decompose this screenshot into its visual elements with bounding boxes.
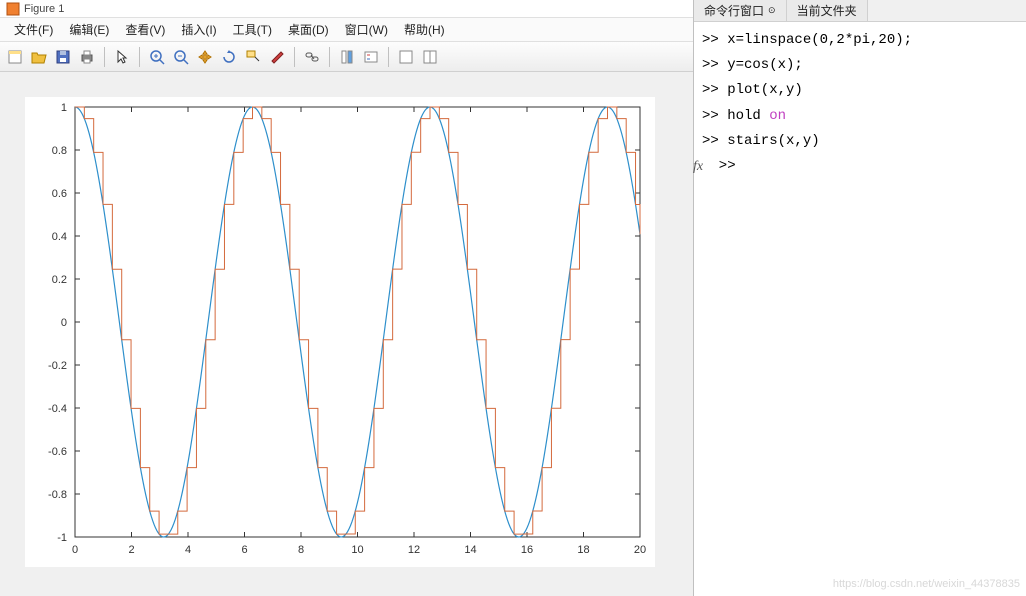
- menu-edit[interactable]: 编辑(E): [61, 19, 117, 40]
- svg-text:12: 12: [408, 544, 420, 556]
- toolbar: [0, 42, 693, 72]
- svg-text:-0.6: -0.6: [48, 446, 67, 458]
- chart: 0 2 4 6 8 10 12 14 16 18 20 -1 -0.8 -0.6 -0.4 -0.2 0 0.2 0…: [25, 97, 655, 567]
- tab-command-label: 命令行窗口: [704, 2, 764, 19]
- svg-text:8: 8: [298, 544, 304, 556]
- svg-text:0.8: 0.8: [52, 145, 67, 157]
- svg-text:14: 14: [464, 544, 476, 556]
- new-figure-button[interactable]: [4, 46, 26, 68]
- svg-text:18: 18: [577, 544, 589, 556]
- window-title: Figure 1: [24, 3, 64, 15]
- print-button[interactable]: [76, 46, 98, 68]
- menu-help[interactable]: 帮助(H): [396, 19, 453, 40]
- command-line: >> x=linspace(0,2*pi,20);: [702, 28, 1018, 53]
- command-line: >> hold on: [702, 104, 1018, 129]
- svg-text:2: 2: [128, 544, 134, 556]
- command-prompt[interactable]: fx >>: [702, 154, 1018, 179]
- menu-bar: 文件(F) 编辑(E) 查看(V) 插入(I) 工具(T) 桌面(D) 窗口(W…: [0, 18, 693, 42]
- data-cursor-button[interactable]: [242, 46, 264, 68]
- menu-desktop[interactable]: 桌面(D): [280, 19, 337, 40]
- colorbar-button[interactable]: [336, 46, 358, 68]
- side-panel: 命令行窗口 ⊙ 当前文件夹 >> x=linspace(0,2*pi,20);>…: [694, 0, 1026, 596]
- command-window[interactable]: >> x=linspace(0,2*pi,20);>> y=cos(x);>> …: [694, 22, 1026, 596]
- tab-current-folder[interactable]: 当前文件夹: [787, 0, 868, 21]
- plot-area: 0 2 4 6 8 10 12 14 16 18 20 -1 -0.8 -0.6 -0.4 -0.2 0 0.2 0…: [0, 72, 693, 596]
- brush-button[interactable]: [266, 46, 288, 68]
- svg-text:-0.4: -0.4: [48, 403, 67, 415]
- command-line: >> y=cos(x);: [702, 53, 1018, 78]
- svg-text:-0.8: -0.8: [48, 489, 67, 501]
- zoom-in-button[interactable]: [146, 46, 168, 68]
- save-button[interactable]: [52, 46, 74, 68]
- svg-text:1: 1: [61, 102, 67, 114]
- svg-text:0: 0: [61, 317, 67, 329]
- legend-button[interactable]: [360, 46, 382, 68]
- tab-command-window[interactable]: 命令行窗口 ⊙: [694, 0, 787, 21]
- link-button[interactable]: [301, 46, 323, 68]
- layout2-button[interactable]: [419, 46, 441, 68]
- menu-view[interactable]: 查看(V): [117, 19, 173, 40]
- menu-window[interactable]: 窗口(W): [337, 19, 396, 40]
- svg-text:6: 6: [241, 544, 247, 556]
- toolbar-separator: [139, 47, 140, 67]
- svg-text:0.2: 0.2: [52, 274, 67, 286]
- svg-text:0.4: 0.4: [52, 231, 67, 243]
- menu-file[interactable]: 文件(F): [6, 19, 61, 40]
- pan-button[interactable]: [194, 46, 216, 68]
- svg-text:4: 4: [185, 544, 191, 556]
- toolbar-separator: [104, 47, 105, 67]
- toolbar-separator: [294, 47, 295, 67]
- dropdown-icon[interactable]: ⊙: [768, 5, 776, 16]
- svg-text:-0.2: -0.2: [48, 360, 67, 372]
- svg-text:20: 20: [634, 544, 646, 556]
- svg-text:0.6: 0.6: [52, 188, 67, 200]
- watermark: https://blog.csdn.net/weixin_44378835: [833, 578, 1020, 590]
- toolbar-separator: [388, 47, 389, 67]
- toolbar-separator: [329, 47, 330, 67]
- app-icon: [6, 2, 20, 16]
- pointer-button[interactable]: [111, 46, 133, 68]
- svg-text:0: 0: [72, 544, 78, 556]
- menu-tools[interactable]: 工具(T): [225, 19, 280, 40]
- svg-text:16: 16: [521, 544, 533, 556]
- command-line: >> stairs(x,y): [702, 129, 1018, 154]
- open-button[interactable]: [28, 46, 50, 68]
- svg-text:10: 10: [351, 544, 363, 556]
- command-line: >> plot(x,y): [702, 78, 1018, 103]
- layout1-button[interactable]: [395, 46, 417, 68]
- side-tabs: 命令行窗口 ⊙ 当前文件夹: [694, 0, 1026, 22]
- figure-window: Figure 1 文件(F) 编辑(E) 查看(V) 插入(I) 工具(T) 桌…: [0, 0, 694, 596]
- rotate-button[interactable]: [218, 46, 240, 68]
- tab-folder-label: 当前文件夹: [797, 2, 857, 19]
- svg-text:-1: -1: [57, 532, 67, 544]
- title-bar: Figure 1: [0, 0, 693, 18]
- zoom-out-button[interactable]: [170, 46, 192, 68]
- menu-insert[interactable]: 插入(I): [173, 19, 224, 40]
